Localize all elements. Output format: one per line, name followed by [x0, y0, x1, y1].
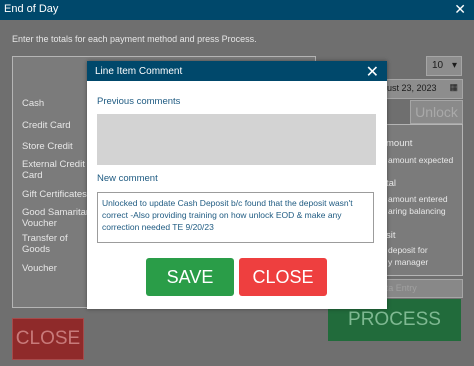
- section-text-amount-expected: amount expected: [388, 155, 454, 165]
- method-credit-card: Credit Card: [22, 120, 71, 131]
- page-size-select[interactable]: 10 ▾: [426, 56, 462, 76]
- dialog-title: Line Item Comment: [95, 66, 183, 77]
- section-header-amount: mount: [386, 138, 413, 149]
- dialog-close-button[interactable]: CLOSE: [239, 258, 327, 296]
- chevron-down-icon: ▾: [451, 60, 457, 71]
- close-icon[interactable]: ✕: [454, 1, 466, 18]
- method-voucher: Voucher: [22, 263, 57, 274]
- dialog-header: Line Item Comment ✕: [87, 61, 387, 81]
- method-external-credit-card: External Credit Card: [22, 159, 85, 181]
- method-cash: Cash: [22, 98, 45, 109]
- section-text-amount-entered: amount entered: [388, 194, 448, 204]
- method-store-credit: Store Credit: [22, 141, 73, 152]
- close-button[interactable]: CLOSE: [12, 318, 84, 360]
- previous-comments-label: Previous comments: [97, 96, 181, 107]
- unlock-button[interactable]: Unlock: [410, 100, 463, 124]
- instructions-text: Enter the totals for each payment method…: [12, 34, 257, 44]
- calendar-icon[interactable]: ▦: [449, 82, 458, 93]
- date-value: ust 23, 2023: [387, 83, 437, 93]
- section-header-deposit: sit: [386, 230, 396, 241]
- section-text-balancing: aring balancing: [388, 206, 446, 216]
- method-transfer-of-goods: Transfer of Goods: [22, 233, 68, 255]
- method-gift-certificates: Gift Certificates: [22, 189, 87, 200]
- window-title: End of Day: [4, 3, 59, 15]
- section-text-deposit-for: deposit for: [388, 245, 428, 255]
- save-button[interactable]: SAVE: [146, 258, 234, 296]
- section-text-manager: y manager: [388, 257, 429, 267]
- new-comment-label: New comment: [97, 173, 158, 184]
- window-titlebar: End of Day ✕: [0, 0, 474, 20]
- method-good-samaritan-voucher: Good Samaritan Voucher: [22, 207, 92, 229]
- previous-comments-box: [97, 114, 376, 165]
- page-size-value: 10: [432, 60, 444, 71]
- close-icon[interactable]: ✕: [366, 62, 379, 82]
- line-item-comment-dialog: Line Item Comment ✕ Previous comments Ne…: [87, 61, 387, 309]
- date-field[interactable]: ust 23, 2023 ▦: [380, 79, 463, 99]
- new-comment-field[interactable]: Unlocked to update Cash Deposit b/c foun…: [97, 192, 374, 243]
- section-header-total: tal: [386, 178, 397, 189]
